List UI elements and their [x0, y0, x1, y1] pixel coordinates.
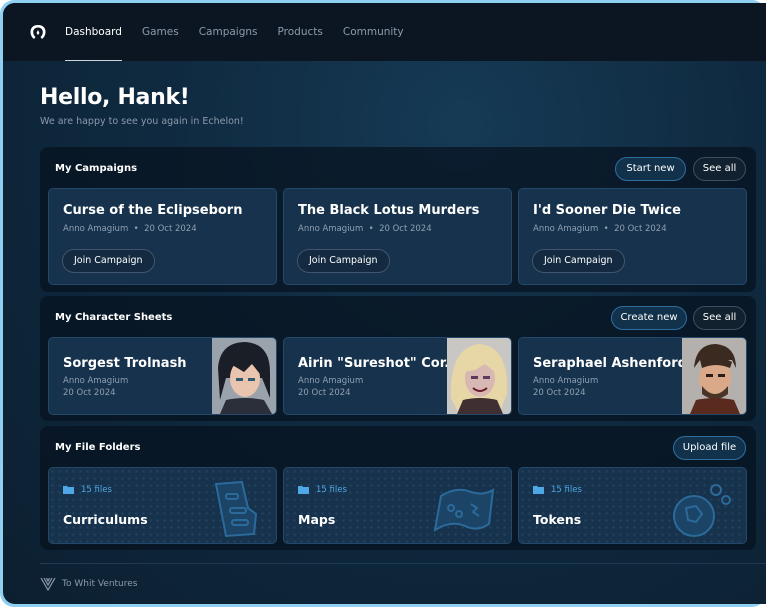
character-card[interactable]: Airin "Sureshot" Cor... Anno Amagium 20 … [283, 337, 512, 415]
character-portrait-icon [447, 338, 511, 414]
characters-see-all-button[interactable]: See all [693, 306, 746, 330]
character-portrait-icon [212, 338, 276, 414]
character-date: 20 Oct 2024 [533, 388, 586, 398]
character-name: Seraphael Ashenford [533, 356, 687, 371]
character-author: Anno Amagium [63, 376, 129, 386]
device-frame: Dashboard Games Campaigns Products Commu… [0, 0, 766, 607]
app-logo-icon[interactable] [27, 21, 49, 43]
app-screen: Dashboard Games Campaigns Products Commu… [3, 3, 766, 604]
start-new-button[interactable]: Start new [615, 157, 686, 181]
folder-icon [298, 486, 309, 494]
join-campaign-button[interactable]: Join Campaign [297, 249, 390, 273]
campaign-card[interactable]: Curse of the Eclipseborn Anno Amagium • … [48, 188, 277, 285]
campaign-author: Anno Amagium [533, 224, 599, 234]
character-name: Airin "Sureshot" Cor... [298, 356, 460, 371]
campaign-meta: Anno Amagium • 20 Oct 2024 [63, 224, 197, 234]
greeting: Hello, Hank! We are happy to see you aga… [40, 85, 244, 127]
meta-separator: • [133, 224, 139, 234]
map-icon [433, 488, 495, 533]
campaigns-title: My Campaigns [55, 163, 138, 174]
create-new-button[interactable]: Create new [611, 306, 687, 330]
campaign-author: Anno Amagium [63, 224, 129, 234]
brand-logo-icon [40, 577, 56, 591]
upload-file-button[interactable]: Upload file [673, 436, 746, 460]
file-folders-title: My File Folders [55, 442, 141, 453]
campaign-date: 20 Oct 2024 [614, 224, 667, 234]
campaign-meta: Anno Amagium • 20 Oct 2024 [298, 224, 432, 234]
nav-dashboard[interactable]: Dashboard [65, 3, 122, 61]
nav-campaigns[interactable]: Campaigns [199, 3, 258, 61]
token-icon [673, 484, 731, 537]
nav-games[interactable]: Games [142, 3, 179, 61]
join-campaign-button[interactable]: Join Campaign [62, 249, 155, 273]
character-card[interactable]: Sorgest Trolnash Anno Amagium 20 Oct 202… [48, 337, 277, 415]
folder-card[interactable]: 15 files Curriculums [48, 467, 277, 544]
folder-card[interactable]: 15 files Tokens [518, 467, 747, 544]
character-author: Anno Amagium [298, 376, 364, 386]
nav-community[interactable]: Community [343, 3, 404, 61]
campaign-name: I'd Sooner Die Twice [533, 203, 681, 218]
character-name: Sorgest Trolnash [63, 356, 187, 371]
campaign-meta: Anno Amagium • 20 Oct 2024 [533, 224, 667, 234]
meta-separator: • [368, 224, 374, 234]
meta-separator: • [603, 224, 609, 234]
campaigns-see-all-button[interactable]: See all [693, 157, 746, 181]
folder-icon [63, 486, 74, 494]
folder-file-count: 15 files [551, 485, 582, 495]
character-portrait-icon [682, 338, 746, 414]
greeting-subtitle: We are happy to see you again in Echelon… [40, 116, 244, 127]
folder-name: Tokens [533, 512, 582, 527]
campaign-card[interactable]: The Black Lotus Murders Anno Amagium • 2… [283, 188, 512, 285]
campaign-date: 20 Oct 2024 [379, 224, 432, 234]
campaigns-panel: My Campaigns Start new See all Curse of … [40, 147, 756, 292]
join-campaign-button[interactable]: Join Campaign [532, 249, 625, 273]
folder-icon [533, 486, 544, 494]
footer: To Whit Ventures [40, 563, 766, 603]
greeting-title: Hello, Hank! [40, 85, 190, 110]
folder-file-count: 15 files [81, 485, 112, 495]
campaign-name: The Black Lotus Murders [298, 203, 480, 218]
folder-card[interactable]: 15 files Maps [283, 467, 512, 544]
campaign-date: 20 Oct 2024 [144, 224, 197, 234]
character-date: 20 Oct 2024 [63, 388, 116, 398]
footer-brand: To Whit Ventures [62, 578, 138, 589]
character-sheets-panel: My Character Sheets Create new See all S… [40, 296, 756, 421]
document-icon [214, 480, 258, 538]
campaign-name: Curse of the Eclipseborn [63, 203, 243, 218]
folder-name: Curriculums [63, 512, 148, 527]
campaign-author: Anno Amagium [298, 224, 364, 234]
character-date: 20 Oct 2024 [298, 388, 351, 398]
folder-file-count: 15 files [316, 485, 347, 495]
character-sheets-title: My Character Sheets [55, 312, 173, 323]
folder-name: Maps [298, 512, 336, 527]
nav-products[interactable]: Products [278, 3, 323, 61]
character-card[interactable]: Seraphael Ashenford Anno Amagium 20 Oct … [518, 337, 747, 415]
top-nav: Dashboard Games Campaigns Products Commu… [3, 3, 766, 61]
character-author: Anno Amagium [533, 376, 599, 386]
campaign-card[interactable]: I'd Sooner Die Twice Anno Amagium • 20 O… [518, 188, 747, 285]
file-folders-panel: My File Folders Upload file 15 files Cur… [40, 426, 756, 550]
